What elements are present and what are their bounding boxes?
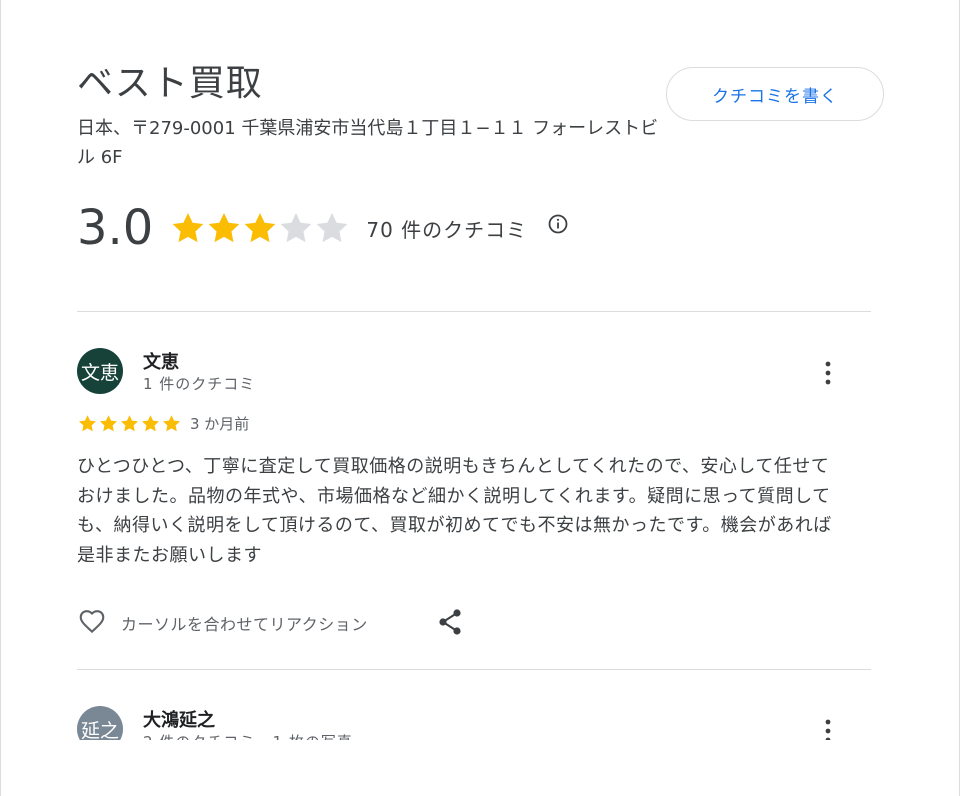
star-icon	[121, 415, 138, 432]
heart-icon	[77, 606, 107, 640]
review-text: ひとつひとつ、丁寧に査定して買取価格の説明もきちんとしてくれたので、安心して任せ…	[77, 456, 832, 566]
star-icon	[208, 212, 240, 243]
reviewer-name[interactable]: 文恵	[143, 348, 179, 374]
star-icon	[244, 212, 276, 243]
divider	[77, 311, 871, 312]
more-vert-icon[interactable]	[818, 360, 838, 386]
star-icon	[280, 212, 312, 243]
info-icon[interactable]	[547, 213, 569, 239]
star-icon	[100, 415, 117, 432]
star-icon	[142, 415, 159, 432]
place-header: ベスト買取 日本、〒279-0001 千葉県浦安市当代島１丁目１−１１ フォーレ…	[77, 58, 884, 168]
write-review-button[interactable]: クチコミを書く	[666, 67, 884, 121]
review-date: 3 か月前	[190, 415, 250, 433]
avatar[interactable]: 文恵	[77, 348, 123, 394]
share-icon[interactable]	[437, 608, 463, 640]
place-address: 日本、〒279-0001 千葉県浦安市当代島１丁目１−１１ フォーレストビル 6…	[77, 118, 659, 168]
reviewer-meta: 1 件のクチコミ	[143, 375, 256, 393]
star-icon	[172, 212, 204, 243]
divider	[77, 669, 871, 670]
review-count: 70 件のクチコミ	[366, 217, 528, 242]
rating-summary: 3.0 70 件のクチコミ	[77, 196, 569, 260]
review-card: 延之 大鴻延之 2 件のクチコミ · 1 枚の写真	[0, 692, 960, 740]
more-vert-icon[interactable]	[818, 718, 838, 740]
star-icon	[163, 415, 180, 432]
reviewer-meta: 2 件のクチコミ · 1 枚の写真	[143, 731, 353, 740]
star-icon	[316, 212, 348, 243]
rating-stars	[169, 209, 349, 247]
avatar[interactable]: 延之	[77, 706, 123, 740]
reaction-label: カーソルを合わせてリアクション	[121, 615, 368, 634]
reaction-button[interactable]: カーソルを合わせてリアクション	[77, 606, 368, 640]
rating-value: 3.0	[77, 200, 154, 256]
star-icon	[79, 415, 96, 432]
left-border	[0, 0, 1, 796]
review-stars	[77, 413, 182, 434]
reviewer-name[interactable]: 大鴻延之	[143, 706, 215, 732]
